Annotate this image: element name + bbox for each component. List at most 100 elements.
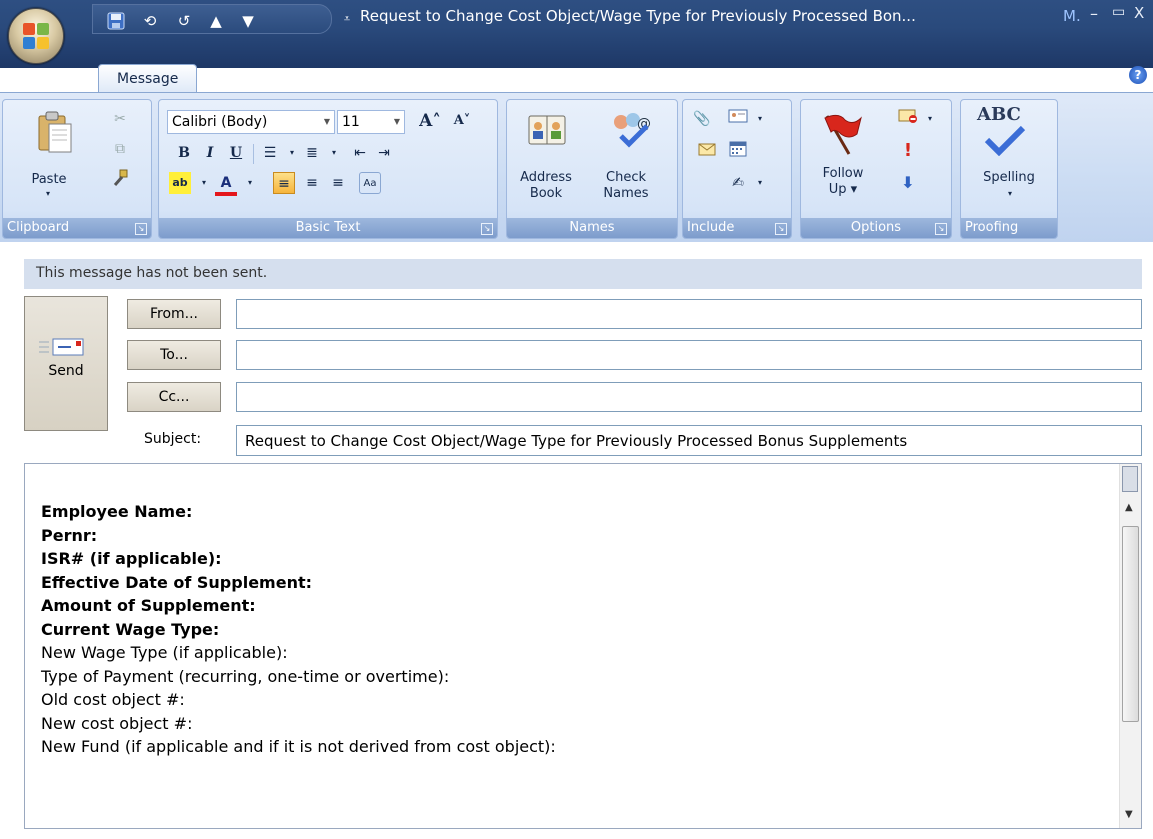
save-icon[interactable] — [107, 12, 125, 30]
previous-item-icon[interactable]: ▲ — [207, 12, 225, 30]
font-color-icon[interactable]: A — [215, 172, 237, 196]
message-body[interactable]: Employee Name: Pernr: ISR# (if applicabl… — [24, 463, 1142, 829]
send-button[interactable]: Send — [24, 296, 108, 431]
minimize-button[interactable]: – — [1090, 4, 1098, 23]
to-button[interactable]: To... — [127, 340, 221, 370]
check-names-button[interactable]: Check Names — [593, 170, 659, 202]
body-line: Amount of Supplement: — [41, 596, 256, 615]
attach-item-icon[interactable] — [697, 140, 719, 162]
subject-input[interactable]: Request to Change Cost Object/Wage Type … — [236, 425, 1142, 456]
numbering-dropdown-icon[interactable]: ▾ — [323, 142, 345, 164]
clipboard-launcher-icon[interactable]: ↘ — [135, 223, 147, 235]
group-proofing: ABC Spelling ▾ Proofing — [960, 99, 1058, 239]
highlight-icon[interactable]: ab — [169, 172, 191, 194]
cc-field[interactable] — [236, 382, 1142, 412]
follow-up-flag-icon[interactable] — [819, 110, 863, 160]
check-names-icon[interactable]: @ — [609, 108, 653, 156]
format-painter-icon[interactable] — [109, 168, 131, 190]
ruler-toggle-icon[interactable] — [1122, 466, 1138, 492]
scroll-thumb[interactable] — [1122, 526, 1139, 722]
chevron-down-icon: ▼ — [393, 117, 400, 126]
italic-icon[interactable]: I — [199, 142, 221, 164]
align-left-icon[interactable]: ≡ — [273, 172, 295, 194]
tab-format-text[interactable]: Format Text — [477, 66, 559, 92]
clipboard-group-label: Clipboard — [3, 218, 151, 238]
include-launcher-icon[interactable]: ↘ — [775, 223, 787, 235]
body-text: Employee Name: Pernr: ISR# (if applicabl… — [41, 500, 556, 759]
spelling-dropdown-icon[interactable]: ▾ — [1005, 186, 1015, 202]
highlight-dropdown-icon[interactable]: ▾ — [193, 172, 215, 194]
numbering-icon[interactable]: ≣ — [301, 142, 323, 164]
permission-dropdown-icon[interactable]: ▾ — [919, 108, 941, 130]
font-size-select[interactable]: 11 ▼ — [337, 110, 405, 134]
attach-file-icon[interactable]: 📎 — [691, 108, 713, 130]
close-button[interactable]: X — [1134, 4, 1144, 22]
options-launcher-icon[interactable]: ↘ — [935, 223, 947, 235]
options-group-label: Options — [801, 218, 951, 238]
redo-icon[interactable]: ↺ — [175, 12, 193, 30]
underline-icon[interactable]: U — [225, 142, 247, 164]
tab-message[interactable]: Message — [98, 64, 198, 94]
title-bar: ⟲ ↺ ▲ ▼ ⩡ Request to Change Cost Object/… — [0, 0, 1153, 68]
permission-icon[interactable] — [897, 108, 919, 130]
tab-insert[interactable]: Insert — [249, 66, 289, 92]
address-book-button[interactable]: Address Book — [513, 170, 579, 202]
signature-dropdown-icon[interactable]: ▾ — [749, 172, 771, 194]
decrease-indent-icon[interactable]: ⇤ — [349, 142, 371, 164]
font-family-select[interactable]: Calibri (Body) ▼ — [167, 110, 335, 134]
follow-up-button[interactable]: Follow Up ▾ — [811, 166, 875, 198]
font-family-value: Calibri (Body) — [172, 114, 268, 130]
low-importance-icon[interactable]: ⬇ — [897, 172, 919, 194]
tab-options[interactable]: Options — [352, 66, 406, 92]
bullets-icon[interactable]: ☰ — [259, 142, 281, 164]
body-line: Type of Payment (recurring, one-time or … — [41, 666, 450, 686]
basic-text-group-label: Basic Text — [159, 218, 497, 238]
paste-dropdown-icon[interactable]: ▾ — [43, 186, 53, 202]
font-size-value: 11 — [342, 114, 360, 130]
maximize-button[interactable]: ▭ — [1112, 4, 1125, 20]
grow-font-icon[interactable]: A˄ — [419, 110, 441, 132]
styles-icon[interactable]: Aa — [359, 172, 381, 194]
address-book-icon[interactable] — [527, 110, 567, 154]
bullets-dropdown-icon[interactable]: ▾ — [281, 142, 303, 164]
help-icon[interactable]: ? — [1129, 66, 1147, 84]
body-line: Pernr: — [41, 525, 98, 545]
customize-qat-icon[interactable]: ⩡ — [338, 10, 356, 28]
spelling-check-icon[interactable] — [983, 124, 1027, 160]
group-basic-text: Calibri (Body) ▼ 11 ▼ A˄ A˅ B I U ☰ ▾ ≣ … — [158, 99, 498, 239]
cut-icon[interactable]: ✂ — [109, 108, 131, 130]
body-line: New Fund (if applicable and if it is not… — [41, 737, 556, 756]
high-importance-icon[interactable]: ! — [897, 140, 919, 162]
business-card-icon[interactable] — [727, 108, 749, 130]
signature-icon[interactable]: ✍ — [727, 172, 749, 194]
cc-button[interactable]: Cc... — [127, 382, 221, 412]
window-title-suffix: M. — [1063, 7, 1081, 25]
basic-text-launcher-icon[interactable]: ↘ — [481, 223, 493, 235]
office-button[interactable] — [8, 8, 64, 64]
bold-icon[interactable]: B — [173, 142, 195, 164]
align-right-icon[interactable]: ≡ — [327, 172, 349, 194]
scroll-down-icon[interactable]: ▼ — [1125, 809, 1133, 820]
chevron-down-icon: ▼ — [323, 117, 330, 126]
body-line: Current Wage Type: — [41, 619, 220, 639]
from-button[interactable]: From... — [127, 299, 221, 329]
info-bar: This message has not been sent. — [24, 259, 1142, 289]
quick-access-toolbar: ⟲ ↺ ▲ ▼ — [92, 4, 332, 34]
body-scrollbar[interactable]: ▲ ▼ — [1119, 464, 1141, 828]
window-title: Request to Change Cost Object/Wage Type … — [360, 7, 916, 25]
spelling-button[interactable]: Spelling — [965, 170, 1053, 186]
scroll-up-icon[interactable]: ▲ — [1125, 502, 1133, 513]
calendar-icon[interactable] — [727, 140, 749, 162]
from-field[interactable] — [236, 299, 1142, 329]
subject-label: Subject: — [144, 431, 202, 447]
next-item-icon[interactable]: ▼ — [239, 12, 257, 30]
copy-icon[interactable]: ⧉ — [109, 138, 131, 160]
business-card-dropdown-icon[interactable]: ▾ — [749, 108, 771, 130]
paste-icon[interactable] — [37, 110, 73, 158]
align-center-icon[interactable]: ≡ — [301, 172, 323, 194]
font-color-dropdown-icon[interactable]: ▾ — [239, 172, 261, 194]
to-field[interactable] — [236, 340, 1142, 370]
undo-icon[interactable]: ⟲ — [141, 12, 159, 30]
shrink-font-icon[interactable]: A˅ — [451, 110, 473, 132]
increase-indent-icon[interactable]: ⇥ — [373, 142, 395, 164]
